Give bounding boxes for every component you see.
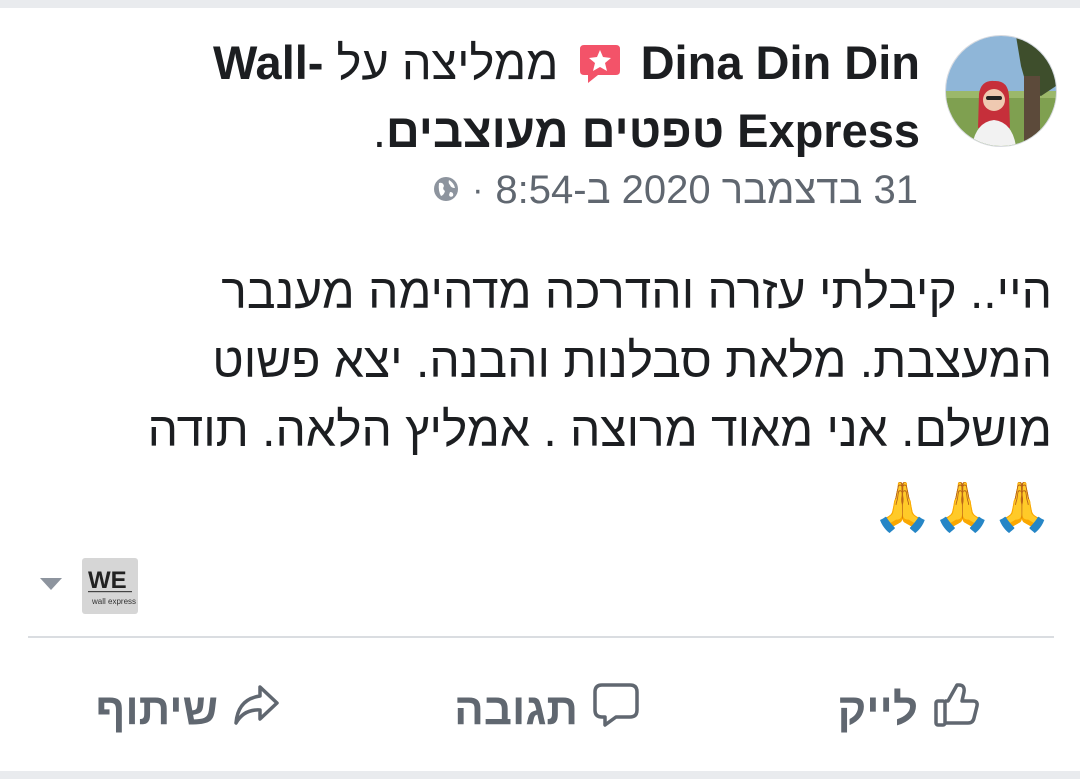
post-body-line: מושלם. אני מאוד מרוצה . אמליץ הלאה. תודה — [147, 404, 1052, 457]
share-arrow-icon — [232, 681, 280, 740]
thumbs-up-icon — [932, 681, 980, 740]
page-logo-thumbnail[interactable]: WE wall express — [82, 558, 138, 614]
page-logo-letters: WE — [88, 567, 127, 594]
author-name[interactable]: Dina Din Din — [641, 36, 920, 89]
meta-separator: · — [472, 171, 484, 209]
share-button[interactable]: שיתוף — [96, 680, 280, 740]
post-timestamp[interactable]: 31 בדצמבר 2020 ב-8:54 — [495, 168, 918, 213]
recommend-star-icon — [578, 38, 622, 100]
comment-button[interactable]: תגובה — [454, 680, 640, 740]
post-body: היי.. קיבלתי עזרה והדרכה מדהימה מענבר המ… — [40, 258, 1052, 542]
post-header: Dina Din Din ממליצה על Wall- Express טפט… — [120, 32, 920, 162]
header-period: . — [372, 104, 386, 157]
post-meta: 31 בדצמבר 2020 ב-8:54 · — [432, 168, 918, 213]
chevron-down-icon[interactable] — [38, 576, 64, 592]
globe-icon[interactable] — [432, 168, 460, 213]
like-label: לייק — [837, 685, 918, 734]
post-card: Dina Din Din ממליצה על Wall- Express טפט… — [0, 8, 1080, 771]
recommendation-text: ממליצה על — [336, 36, 559, 89]
avatar-image — [946, 36, 1056, 146]
bottom-separator — [0, 771, 1080, 779]
post-body-line: המעצבת. מלאת סבלנות והבנה. יצא פשוט — [212, 335, 1052, 388]
post-emoji-line: 🙏🙏🙏 — [40, 465, 1052, 542]
praying-hands-emoji: 🙏🙏🙏 — [872, 481, 1052, 534]
author-avatar[interactable] — [945, 35, 1057, 147]
share-label: שיתוף — [95, 685, 218, 734]
comment-bubble-icon — [592, 681, 640, 740]
like-button[interactable]: לייק — [838, 680, 980, 740]
actions-divider — [28, 636, 1054, 638]
post-body-line: היי.. קיבלתי עזרה והדרכה מדהימה מענבר — [221, 266, 1052, 319]
page-logo-subtext: wall express — [91, 597, 136, 606]
comment-label: תגובה — [454, 685, 578, 734]
